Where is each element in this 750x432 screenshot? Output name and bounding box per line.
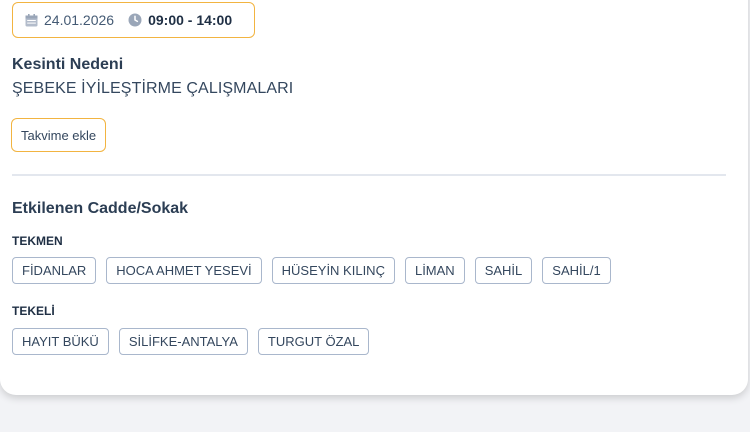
street-tag: SAHİL <box>474 257 533 284</box>
outage-card: 24.01.2026 09:00 - 14:00 Kesinti Nedeni … <box>0 0 748 395</box>
street-tag-list: FİDANLAR HOCA AHMET YESEVİ HÜSEYİN KILIN… <box>12 257 621 284</box>
calendar-icon <box>25 13 38 27</box>
street-tag: SAHİL/1 <box>542 257 611 284</box>
district-name: TEKELİ <box>12 304 55 318</box>
outage-datetime: 24.01.2026 09:00 - 14:00 <box>12 2 256 38</box>
reason-value: ŞEBEKE İYİLEŞTİRME ÇALIŞMALARI <box>12 80 294 97</box>
divider <box>12 174 726 176</box>
add-to-calendar-button[interactable]: Takvime ekle <box>11 118 107 152</box>
street-tag: HAYIT BÜKÜ <box>12 328 109 355</box>
reason-label: Kesinti Nedeni <box>12 56 124 73</box>
street-tag: LİMAN <box>404 257 465 284</box>
street-tag: HÜSEYİN KILINÇ <box>271 257 395 284</box>
outage-date: 24.01.2026 <box>44 12 115 28</box>
affected-streets-title: Etkilenen Cadde/Sokak <box>12 200 189 217</box>
street-tag: HOCA AHMET YESEVİ <box>106 257 262 284</box>
district-name: TEKMEN <box>12 234 63 248</box>
outage-time: 09:00 - 14:00 <box>148 12 233 28</box>
street-tag: SİLİFKE-ANTALYA <box>118 328 248 355</box>
clock-icon <box>128 13 142 27</box>
street-tag-list: HAYIT BÜKÜ SİLİFKE-ANTALYA TURGUT ÖZAL <box>12 328 379 355</box>
street-tag: FİDANLAR <box>12 257 97 284</box>
street-tag: TURGUT ÖZAL <box>257 328 370 355</box>
